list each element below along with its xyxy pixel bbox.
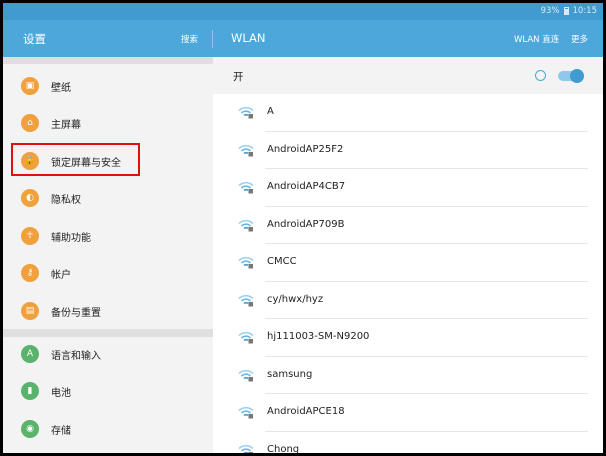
network-item[interactable]: CMCC (213, 244, 603, 282)
sidebar-item-home-screen[interactable]: ⌂ 主屏幕 (3, 105, 213, 141)
sidebar-item-label: 辅助功能 (51, 233, 91, 244)
sidebar-item-privacy[interactable]: ◐ 隐私权 (3, 180, 213, 216)
sidebar-item-language[interactable]: A 语言和输入 (3, 336, 213, 372)
wifi-lock-icon (238, 294, 254, 306)
network-item[interactable]: hj111003-SM-N9200 (213, 319, 603, 357)
sidebar-item-battery[interactable]: ▮ 电池 (3, 373, 213, 409)
sidebar-item-accounts[interactable]: ⚷ 帐户 (3, 255, 213, 291)
network-item[interactable]: AndroidAP25F2 (213, 132, 603, 169)
wlan-toggle-row[interactable]: 开 (213, 57, 603, 93)
wifi-lock-icon (238, 181, 254, 194)
network-name: cy/hwx/hyz (267, 293, 324, 305)
network-name: CMCC (267, 256, 297, 267)
network-item[interactable]: cy/hwx/hyz (213, 282, 603, 319)
network-name: AndroidAP709B (267, 218, 345, 230)
sidebar-item-label: 帐户 (51, 270, 71, 281)
wifi-lock-icon (238, 369, 254, 381)
wlan-panel: 开 A AndroidAP25F2 AndroidAP4CB7 AndroidAP70… (213, 57, 603, 453)
sidebar-item-label: 隐私权 (51, 195, 81, 206)
language-icon: A (21, 345, 39, 363)
app-bar: 设置 搜索 WLAN WLAN 直连 更多 (3, 20, 603, 57)
wlan-switch-knob[interactable] (570, 69, 584, 83)
more-button[interactable]: 更多 (571, 33, 588, 45)
network-item[interactable]: Chong (213, 432, 603, 454)
sidebar-item-label: 存储 (51, 426, 71, 437)
screen: 93% 10:15 设置 搜索 WLAN WLAN 直连 更多 ▣ 壁纸 ⌂ 主… (3, 3, 603, 453)
network-item[interactable]: AndroidAP4CB7 (213, 169, 603, 207)
clock: 10:15 (572, 6, 598, 16)
network-name: AndroidAP4CB7 (267, 181, 346, 192)
network-name: Chong (267, 443, 300, 454)
sidebar-item-label: 语言和输入 (51, 351, 101, 362)
sidebar-item-label: 壁纸 (51, 83, 71, 94)
backup-icon: ▤ (21, 302, 39, 320)
wlan-direct-button[interactable]: WLAN 直连 (514, 33, 559, 45)
sidebar-item-backup[interactable]: ▤ 备份与重置 (3, 293, 213, 329)
wifi-lock-icon (238, 106, 254, 119)
app-bar-divider (212, 30, 213, 48)
selection-highlight (11, 143, 140, 176)
home-icon: ⌂ (21, 114, 39, 132)
storage-icon: ◉ (21, 420, 39, 438)
wifi-lock-icon (238, 144, 254, 156)
sidebar-item-wallpaper[interactable]: ▣ 壁纸 (3, 68, 213, 104)
wlan-toggle-label: 开 (233, 71, 244, 83)
accessibility-icon: ☥ (21, 227, 39, 245)
network-list: A AndroidAP25F2 AndroidAP4CB7 AndroidAP709B… (213, 94, 603, 453)
status-bar: 93% 10:15 (3, 3, 603, 20)
network-item[interactable]: AndroidAP709B (213, 207, 603, 244)
battery-icon: ▮ (21, 382, 39, 400)
sidebar-item-accessibility[interactable]: ☥ 辅助功能 (3, 218, 213, 254)
network-name: AndroidAPCE18 (267, 406, 345, 417)
wifi-lock-icon (238, 331, 254, 344)
network-name: samsung (267, 368, 313, 380)
sidebar-item-storage[interactable]: ◉ 存储 (3, 411, 213, 447)
settings-sidebar: ▣ 壁纸 ⌂ 主屏幕 🔒 锁定屏幕与安全 ◐ 隐私权 ☥ 辅助功能 ⚷ 帐户 ▤… (3, 57, 213, 453)
sidebar-divider (3, 57, 213, 64)
scan-indicator-icon (535, 70, 546, 81)
wifi-lock-icon (238, 256, 254, 269)
sidebar-item-label: 电池 (51, 388, 71, 399)
network-name: hj111003-SM-N9200 (267, 331, 370, 342)
network-item[interactable]: A (213, 94, 603, 132)
sidebar-item-label: 备份与重置 (51, 308, 101, 319)
network-item[interactable]: samsung (213, 357, 603, 394)
wlan-title: WLAN (231, 31, 266, 45)
network-item[interactable]: AndroidAPCE18 (213, 394, 603, 432)
wifi-lock-icon (238, 219, 254, 231)
settings-title: 设置 (23, 32, 46, 46)
sidebar-item-label: 主屏幕 (51, 120, 81, 131)
network-name: A (267, 106, 274, 117)
battery-percent: 93% (540, 6, 560, 16)
wifi-lock-icon (238, 406, 254, 419)
battery-icon (563, 7, 569, 15)
key-icon: ⚷ (21, 264, 39, 282)
wallpaper-icon: ▣ (21, 77, 39, 95)
network-name: AndroidAP25F2 (267, 143, 344, 155)
search-button[interactable]: 搜索 (181, 33, 198, 45)
wifi-lock-icon (238, 444, 254, 453)
privacy-icon: ◐ (21, 189, 39, 207)
